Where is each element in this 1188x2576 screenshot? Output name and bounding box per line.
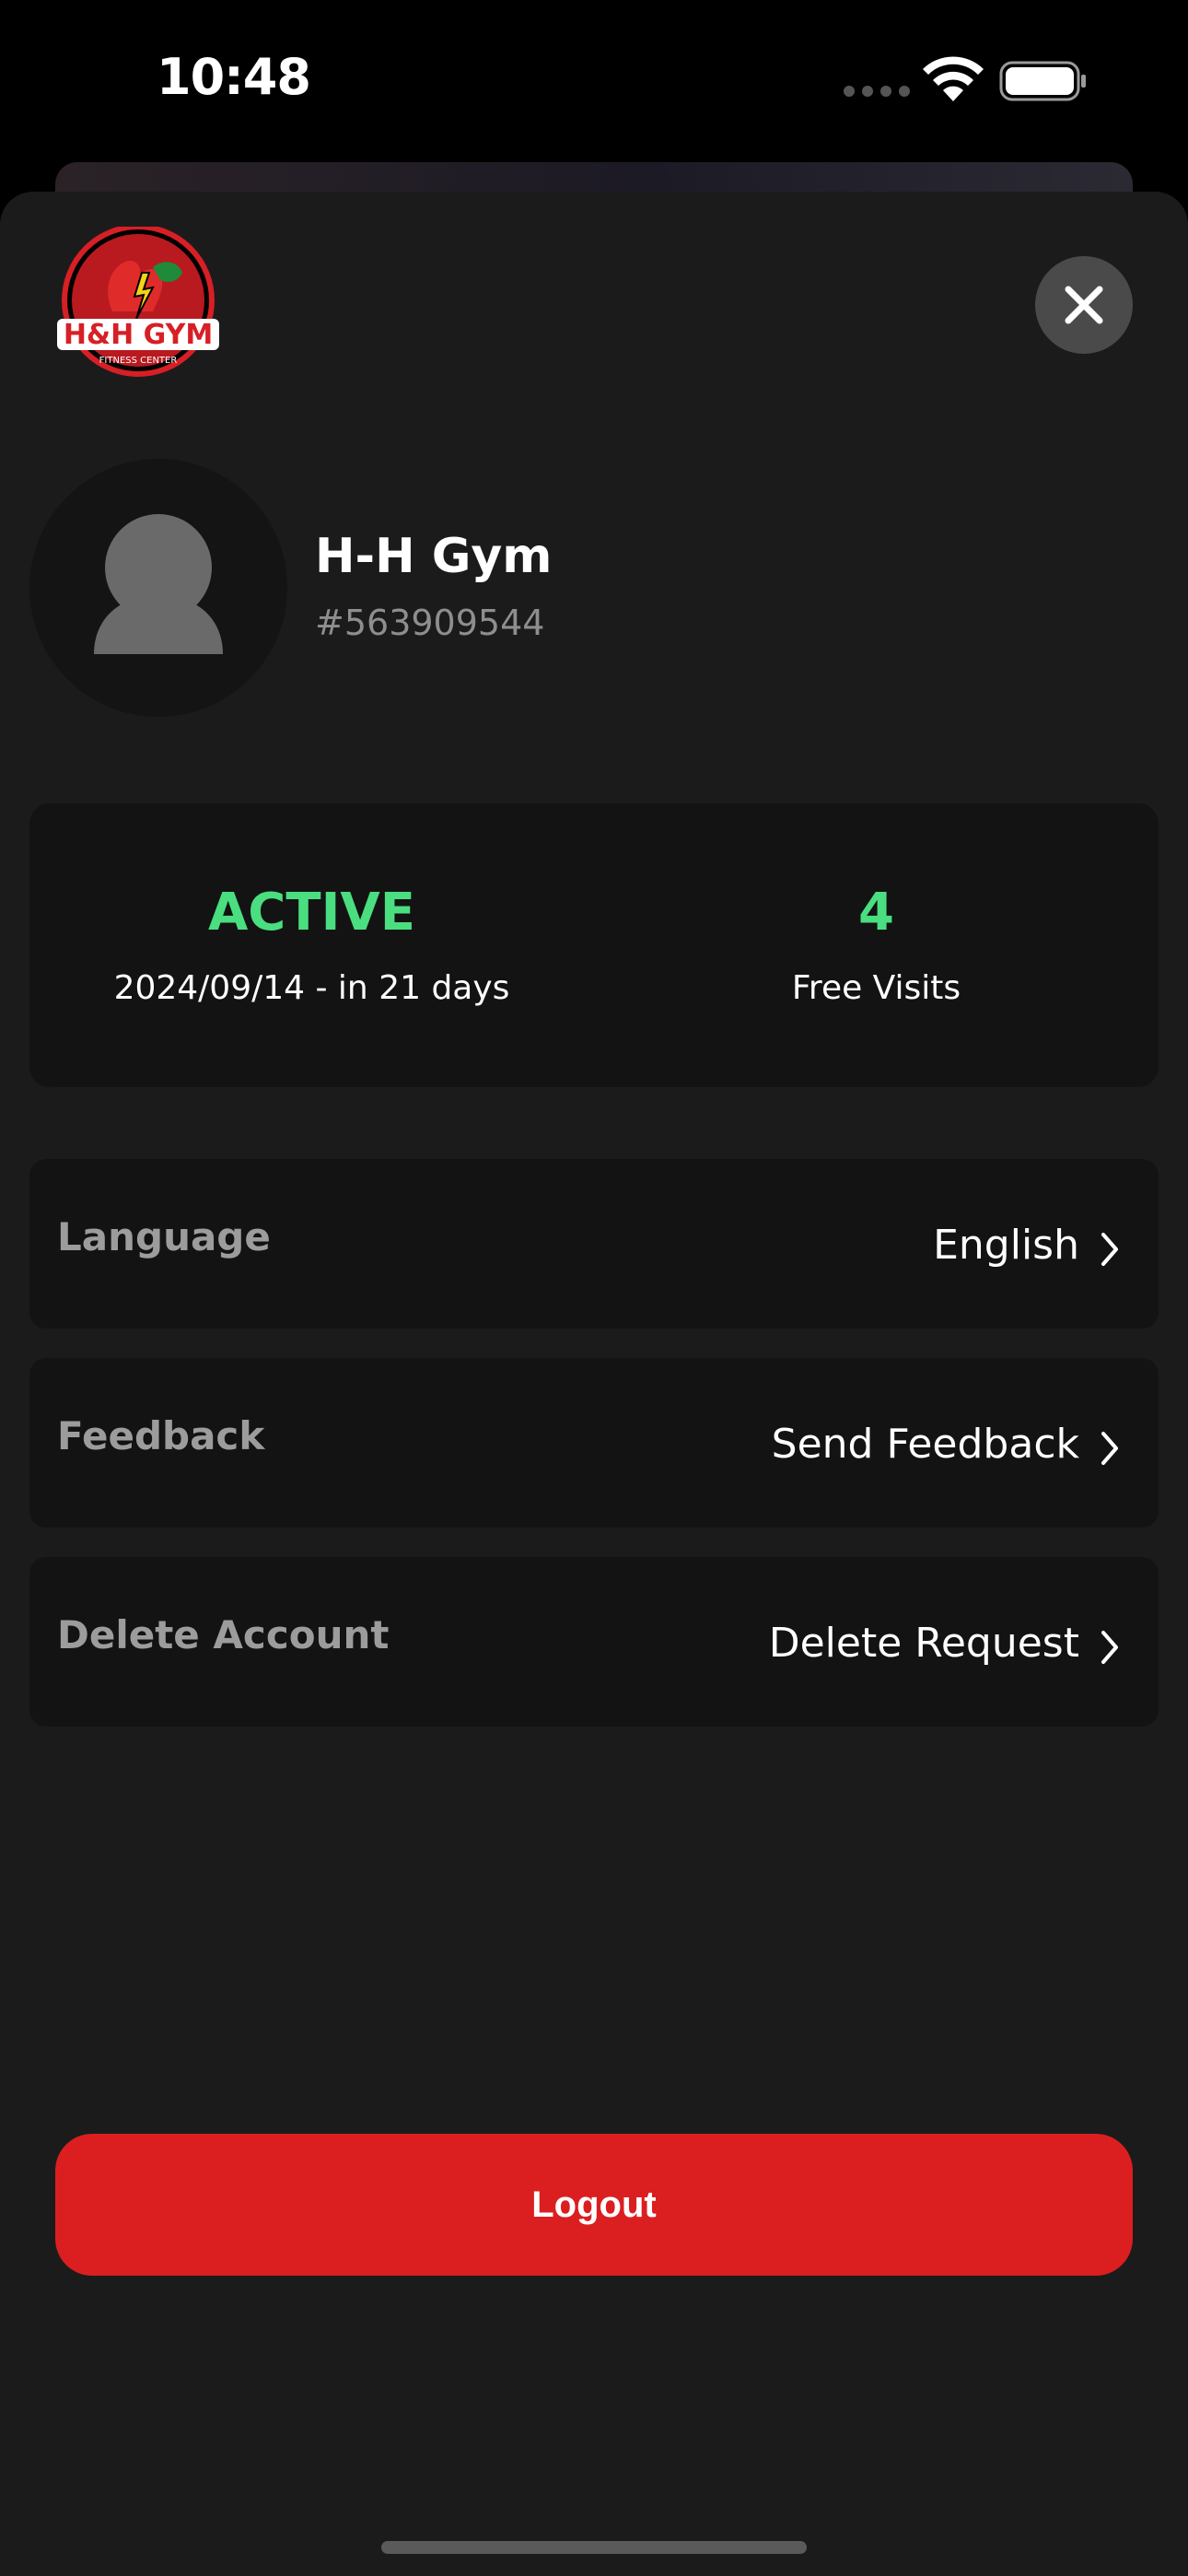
wifi-icon (923, 56, 984, 101)
row-label: Feedback (57, 1413, 265, 1458)
chevron-right-icon (1101, 1432, 1118, 1465)
row-value: Send Feedback (771, 1421, 1079, 1468)
settings-row-delete-account[interactable]: Delete Account Delete Request (29, 1557, 1159, 1727)
avatar[interactable] (29, 459, 287, 717)
battery-icon (999, 61, 1086, 101)
chevron-right-icon (1101, 1631, 1118, 1664)
svg-text:FITNESS CENTER: FITNESS CENTER (99, 356, 178, 366)
row-value: English (933, 1222, 1079, 1269)
logout-button[interactable]: Logout (55, 2134, 1133, 2276)
row-value: Delete Request (768, 1620, 1079, 1667)
status-bar: 10:48 (0, 0, 1188, 166)
person-icon (94, 514, 223, 654)
status-time: 10:48 (157, 48, 311, 106)
free-visits-label: Free Visits (791, 969, 961, 1007)
membership-card: ACTIVE 2024/09/14 - in 21 days 4 Free Vi… (29, 803, 1159, 1087)
chevron-right-icon (1101, 1233, 1118, 1266)
close-icon (1065, 286, 1103, 324)
gym-logo: H&H GYM FITNESS CENTER (57, 227, 219, 377)
cellular-signal-icon (844, 86, 910, 97)
row-label: Delete Account (57, 1612, 390, 1657)
profile-name: H-H Gym (315, 529, 553, 584)
settings-row-feedback[interactable]: Feedback Send Feedback (29, 1358, 1159, 1528)
free-visits-count: 4 (858, 883, 894, 943)
svg-text:H&H GYM: H&H GYM (64, 319, 213, 351)
membership-status-value: ACTIVE (207, 883, 416, 943)
home-indicator (381, 2541, 807, 2554)
membership-expiry: 2024/09/14 - in 21 days (113, 969, 510, 1007)
profile-id: #563909544 (315, 603, 545, 643)
close-button[interactable] (1035, 256, 1133, 354)
settings-row-language[interactable]: Language English (29, 1159, 1159, 1329)
row-label: Language (57, 1214, 271, 1259)
